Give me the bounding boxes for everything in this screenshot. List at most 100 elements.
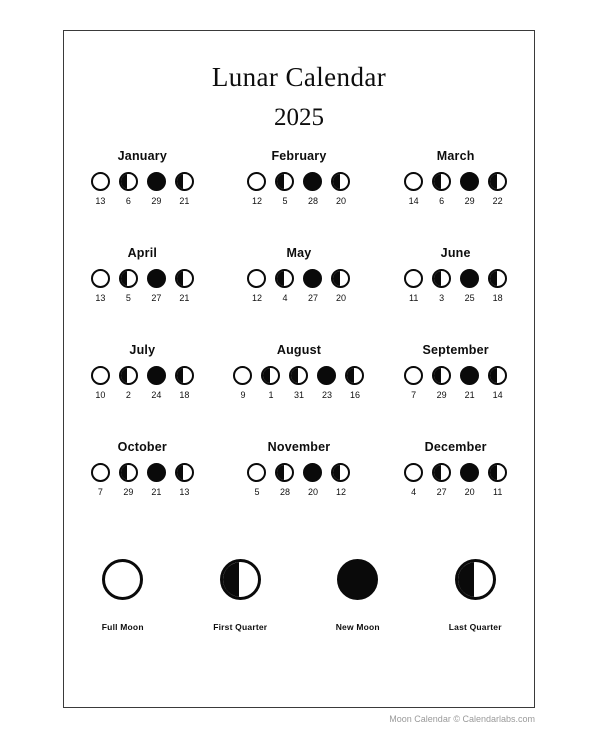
- phase-row: 12 5 28 20: [245, 172, 353, 206]
- phase-day-label: 20: [464, 487, 475, 498]
- phase-item: 16: [343, 366, 367, 400]
- first-quarter-moon-icon: [432, 463, 452, 483]
- phase-day-label: 23: [321, 390, 332, 401]
- phase-item: 12: [329, 463, 353, 497]
- phase-item: 13: [88, 269, 112, 303]
- month-cell: July 10 2 24 18: [64, 343, 221, 440]
- phase-item: 20: [329, 269, 353, 303]
- phase-day-label: 5: [125, 293, 131, 304]
- new-moon-icon: [460, 366, 480, 386]
- calendar-page: Lunar Calendar 2025 January 13 6 29 21 Februa…: [63, 30, 535, 708]
- new-moon-icon: [317, 366, 337, 386]
- phase-day-label: 7: [411, 390, 417, 401]
- month-cell: August 9 1 31 23 16: [221, 343, 378, 440]
- month-name: January: [117, 149, 167, 164]
- legend-label: New Moon: [335, 622, 380, 633]
- phase-item: 25: [458, 269, 482, 303]
- phase-item: 24: [144, 366, 168, 400]
- first-quarter-moon-icon: [289, 366, 309, 386]
- phase-day-label: 21: [179, 196, 190, 207]
- phase-item: 13: [172, 463, 196, 497]
- phase-day-label: 2: [125, 390, 131, 401]
- phase-day-label: 29: [151, 196, 162, 207]
- phase-item: 6: [116, 172, 140, 206]
- phase-day-label: 18: [179, 390, 190, 401]
- phase-item: 7: [88, 463, 112, 497]
- first-quarter-moon-icon: [118, 172, 138, 192]
- month-name: October: [117, 440, 167, 455]
- phase-item: 21: [172, 269, 196, 303]
- phase-row: 10 2 24 18: [88, 366, 196, 400]
- last-quarter-moon-icon: [488, 269, 508, 289]
- phase-item: 4: [402, 463, 426, 497]
- month-name: April: [127, 246, 158, 261]
- phase-item: 1: [259, 366, 283, 400]
- phase-item: 20: [458, 463, 482, 497]
- phase-row: 4 27 20 11: [402, 463, 510, 497]
- phase-day-label: 12: [251, 293, 262, 304]
- phase-item: 4: [273, 269, 297, 303]
- new-moon-icon: [337, 559, 379, 601]
- phase-day-label: 20: [307, 487, 318, 498]
- phase-day-label: 5: [282, 196, 288, 207]
- full-moon-icon: [90, 172, 110, 192]
- phase-day-label: 14: [408, 196, 419, 207]
- first-quarter-moon-icon: [118, 269, 138, 289]
- phase-day-label: 29: [464, 196, 475, 207]
- full-moon-icon: [404, 463, 424, 483]
- month-name: May: [286, 246, 312, 261]
- first-quarter-moon-icon: [275, 463, 295, 483]
- phase-item: 21: [144, 463, 168, 497]
- phase-day-label: 6: [125, 196, 131, 207]
- phase-day-label: 13: [95, 293, 106, 304]
- last-quarter-moon-icon: [488, 172, 508, 192]
- phase-row: 7 29 21 13: [88, 463, 196, 497]
- last-quarter-moon-icon: [488, 463, 508, 483]
- phase-day-label: 12: [335, 487, 346, 498]
- phase-row: 9 1 31 23 16: [231, 366, 367, 400]
- phase-item: 11: [402, 269, 426, 303]
- phase-day-label: 28: [279, 487, 290, 498]
- phase-day-label: 16: [349, 390, 360, 401]
- phase-day-label: 5: [254, 487, 260, 498]
- last-quarter-moon-icon: [345, 366, 365, 386]
- phase-day-label: 31: [293, 390, 304, 401]
- phase-day-label: 27: [307, 293, 318, 304]
- month-name: June: [440, 246, 471, 261]
- new-moon-icon: [460, 463, 480, 483]
- phase-item: 6: [430, 172, 454, 206]
- phase-item: 23: [315, 366, 339, 400]
- last-quarter-moon-icon: [174, 172, 194, 192]
- phase-item: 7: [402, 366, 426, 400]
- new-moon-icon: [460, 172, 480, 192]
- phase-item: 14: [402, 172, 426, 206]
- phase-item: 18: [486, 269, 510, 303]
- new-moon-icon: [146, 366, 166, 386]
- month-cell: September 7 29 21 14: [377, 343, 534, 440]
- phase-day-label: 29: [123, 487, 134, 498]
- legend-label: Full Moon: [101, 622, 144, 633]
- month-cell: October 7 29 21 13: [64, 440, 221, 537]
- first-quarter-moon-icon: [261, 366, 281, 386]
- phase-day-label: 4: [411, 487, 417, 498]
- full-moon-icon: [404, 366, 424, 386]
- month-name: September: [422, 343, 489, 358]
- month-cell: January 13 6 29 21: [64, 149, 221, 246]
- phase-day-label: 1: [268, 390, 274, 401]
- phase-item: 9: [231, 366, 255, 400]
- phase-day-label: 12: [251, 196, 262, 207]
- phase-row: 11 3 25 18: [402, 269, 510, 303]
- phase-day-label: 18: [492, 293, 503, 304]
- full-moon-icon: [102, 559, 144, 601]
- phase-item: 20: [301, 463, 325, 497]
- phase-row: 7 29 21 14: [402, 366, 510, 400]
- full-moon-icon: [404, 172, 424, 192]
- legend-item: New Moon: [299, 559, 417, 632]
- month-cell: April 13 5 27 21: [64, 246, 221, 343]
- phase-row: 13 6 29 21: [88, 172, 196, 206]
- last-quarter-moon-icon: [174, 269, 194, 289]
- phase-day-label: 27: [436, 487, 447, 498]
- phase-item: 20: [329, 172, 353, 206]
- last-quarter-moon-icon: [331, 172, 351, 192]
- first-quarter-moon-icon: [432, 269, 452, 289]
